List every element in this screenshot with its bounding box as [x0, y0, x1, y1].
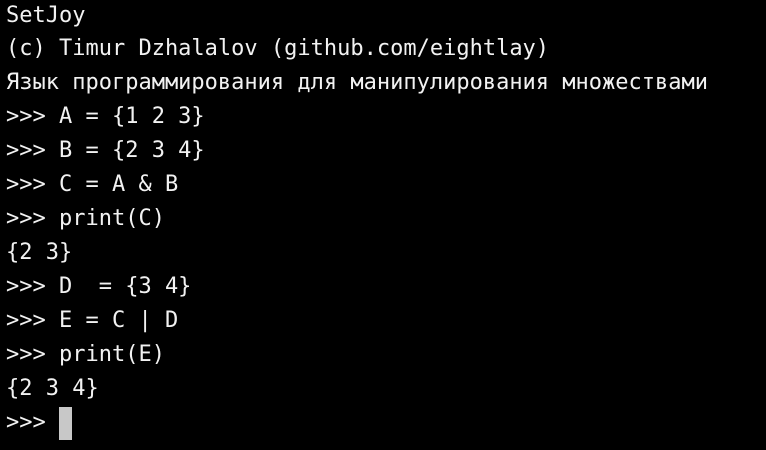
- output-line: {2 3 4}: [6, 376, 99, 401]
- command-line: >>> print(C): [6, 206, 165, 231]
- command-line: >>> C = A & B: [6, 172, 179, 197]
- copyright-line: (c) Timur Dzhalalov (github.com/eightlay…: [6, 36, 550, 61]
- app-name: SetJoy: [6, 3, 86, 28]
- prompt-symbol: >>>: [6, 410, 46, 435]
- command-line: >>> print(E): [6, 342, 165, 367]
- command-line: >>> D = {3 4}: [6, 274, 192, 299]
- output-line: {2 3}: [6, 240, 73, 265]
- active-prompt-line[interactable]: >>>: [6, 406, 766, 440]
- command-line: >>> B = {2 3 4}: [6, 138, 205, 163]
- command-line: >>> E = C | D: [6, 308, 179, 333]
- terminal-window[interactable]: SetJoy (c) Timur Dzhalalov (github.com/e…: [0, 0, 766, 450]
- description-line: Язык программирования для манипулировани…: [6, 70, 708, 95]
- text-cursor[interactable]: [58, 406, 72, 440]
- command-line: >>> A = {1 2 3}: [6, 104, 205, 129]
